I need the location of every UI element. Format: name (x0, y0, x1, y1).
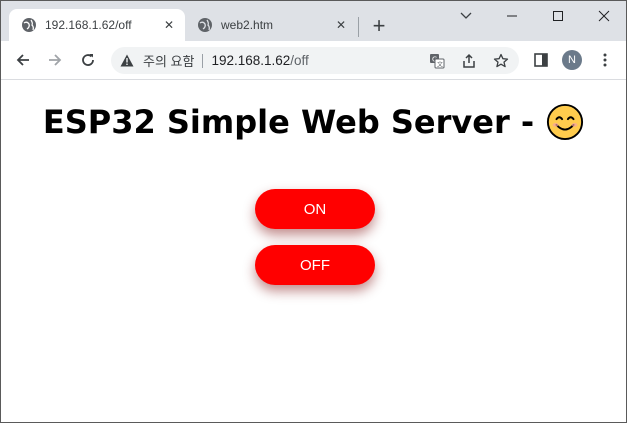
on-button[interactable]: ON (255, 189, 375, 229)
smiling-face-icon (547, 103, 584, 141)
svg-text:文: 文 (437, 60, 443, 68)
address-bar[interactable]: 주의 요함 192.168.1.62 /off G文 (111, 47, 519, 74)
profile-avatar[interactable]: N (562, 50, 582, 70)
address-divider (202, 53, 204, 68)
browser-toolbar: 주의 요함 192.168.1.62 /off G文 N (1, 41, 626, 80)
tab-inactive[interactable]: web2.htm ✕ (187, 9, 357, 41)
page-content: ESP32 Simple Web Server - ON OFF (1, 80, 626, 422)
tab-title: 192.168.1.62/off (45, 18, 132, 32)
minimize-button[interactable] (489, 1, 535, 31)
tab-search-chevron-icon[interactable] (443, 1, 489, 31)
page-title: ESP32 Simple Web Server - (42, 103, 535, 141)
off-button[interactable]: OFF (255, 245, 375, 285)
url-path: /off (290, 53, 309, 68)
url-host: 192.168.1.62 (211, 53, 291, 68)
reload-icon[interactable] (76, 48, 100, 72)
back-arrow-icon[interactable] (11, 48, 35, 72)
tab-close-icon[interactable]: ✕ (333, 17, 349, 33)
forward-arrow-icon[interactable] (43, 48, 67, 72)
tab-close-icon[interactable]: ✕ (161, 17, 177, 33)
page-heading: ESP32 Simple Web Server - (1, 103, 626, 141)
new-tab-button[interactable]: + (367, 14, 391, 38)
translate-icon[interactable]: G文 (425, 49, 449, 73)
side-panel-icon[interactable] (529, 48, 553, 72)
tab-active[interactable]: 192.168.1.62/off ✕ (9, 9, 185, 41)
close-window-button[interactable] (581, 1, 626, 31)
share-icon[interactable] (457, 49, 481, 73)
more-menu-icon[interactable] (593, 48, 617, 72)
tab-strip: 192.168.1.62/off ✕ web2.htm ✕ + (1, 1, 626, 41)
security-label[interactable]: 주의 요함 (143, 51, 194, 70)
globe-icon (197, 17, 213, 33)
tab-separator (358, 17, 359, 37)
browser-window: 192.168.1.62/off ✕ web2.htm ✕ + 주의 요함 19… (0, 0, 627, 423)
globe-icon (21, 17, 37, 33)
maximize-button[interactable] (535, 1, 581, 31)
tab-title: web2.htm (221, 18, 274, 32)
warning-icon[interactable] (119, 53, 135, 69)
bookmark-star-icon[interactable] (489, 49, 513, 73)
